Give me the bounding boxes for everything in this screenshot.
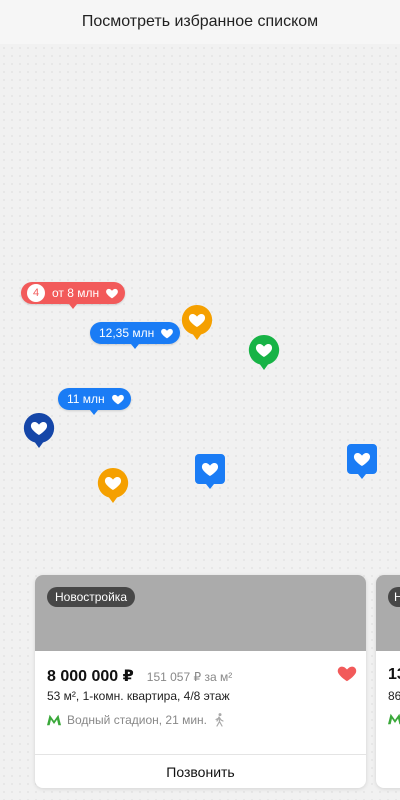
listing-tag: Н [388, 587, 400, 607]
map-marker-orange[interactable] [180, 303, 214, 343]
metro-icon [47, 714, 61, 726]
map-price-pin-12-35m[interactable]: 12,35 млн [90, 322, 181, 349]
listing-tag: Новостройка [47, 587, 135, 607]
listing-card[interactable]: Новостройка 8 000 000 ₽ 151 057 ₽ за м² … [35, 575, 366, 788]
listing-photo[interactable]: Новостройка [35, 575, 366, 651]
pin-count-badge: 4 [27, 284, 45, 302]
map-marker-green[interactable] [247, 333, 281, 373]
map-marker-dark-blue[interactable] [22, 411, 56, 451]
listing-photo[interactable]: Н [376, 575, 400, 651]
listing-description: 53 м², 1-комн. квартира, 4/8 этаж [47, 689, 230, 703]
metro-info: Водный стадион, 21 мин. [47, 713, 225, 727]
listing-price: 8 000 000 ₽ [47, 668, 134, 685]
metro-icon [388, 713, 400, 725]
heart-icon [161, 328, 174, 339]
favorite-heart-icon[interactable] [336, 662, 358, 684]
map-price-pin-11m[interactable]: 11 млн [58, 388, 131, 415]
heart-icon [106, 288, 119, 299]
map-marker-blue-square-2[interactable] [345, 442, 379, 482]
pin-price-label: 11 млн [67, 392, 105, 406]
pin-price-label: 12,35 млн [99, 326, 155, 340]
map-marker-orange-2[interactable] [96, 466, 130, 506]
walking-icon [215, 713, 224, 727]
pin-price-label: от 8 млн [52, 286, 100, 300]
listing-price: 13 [388, 666, 400, 683]
view-favorites-list-link[interactable]: Посмотреть избранное списком [82, 13, 318, 31]
price-per-sqm: 151 057 ₽ за м² [146, 670, 233, 684]
listing-card-next[interactable]: Н 13 86 [376, 575, 400, 788]
heart-icon [111, 394, 124, 405]
map-marker-blue-square[interactable] [193, 452, 227, 492]
call-button[interactable]: Позвонить [35, 754, 366, 788]
price-row: 8 000 000 ₽ 151 057 ₽ за м² [47, 666, 232, 686]
metro-station: Водный стадион, 21 мин. [67, 713, 208, 727]
listing-description: 86 [388, 689, 400, 703]
header[interactable]: Посмотреть избранное списком [0, 0, 400, 44]
map-price-pin-from-8m[interactable]: 4 от 8 млн [21, 282, 126, 309]
